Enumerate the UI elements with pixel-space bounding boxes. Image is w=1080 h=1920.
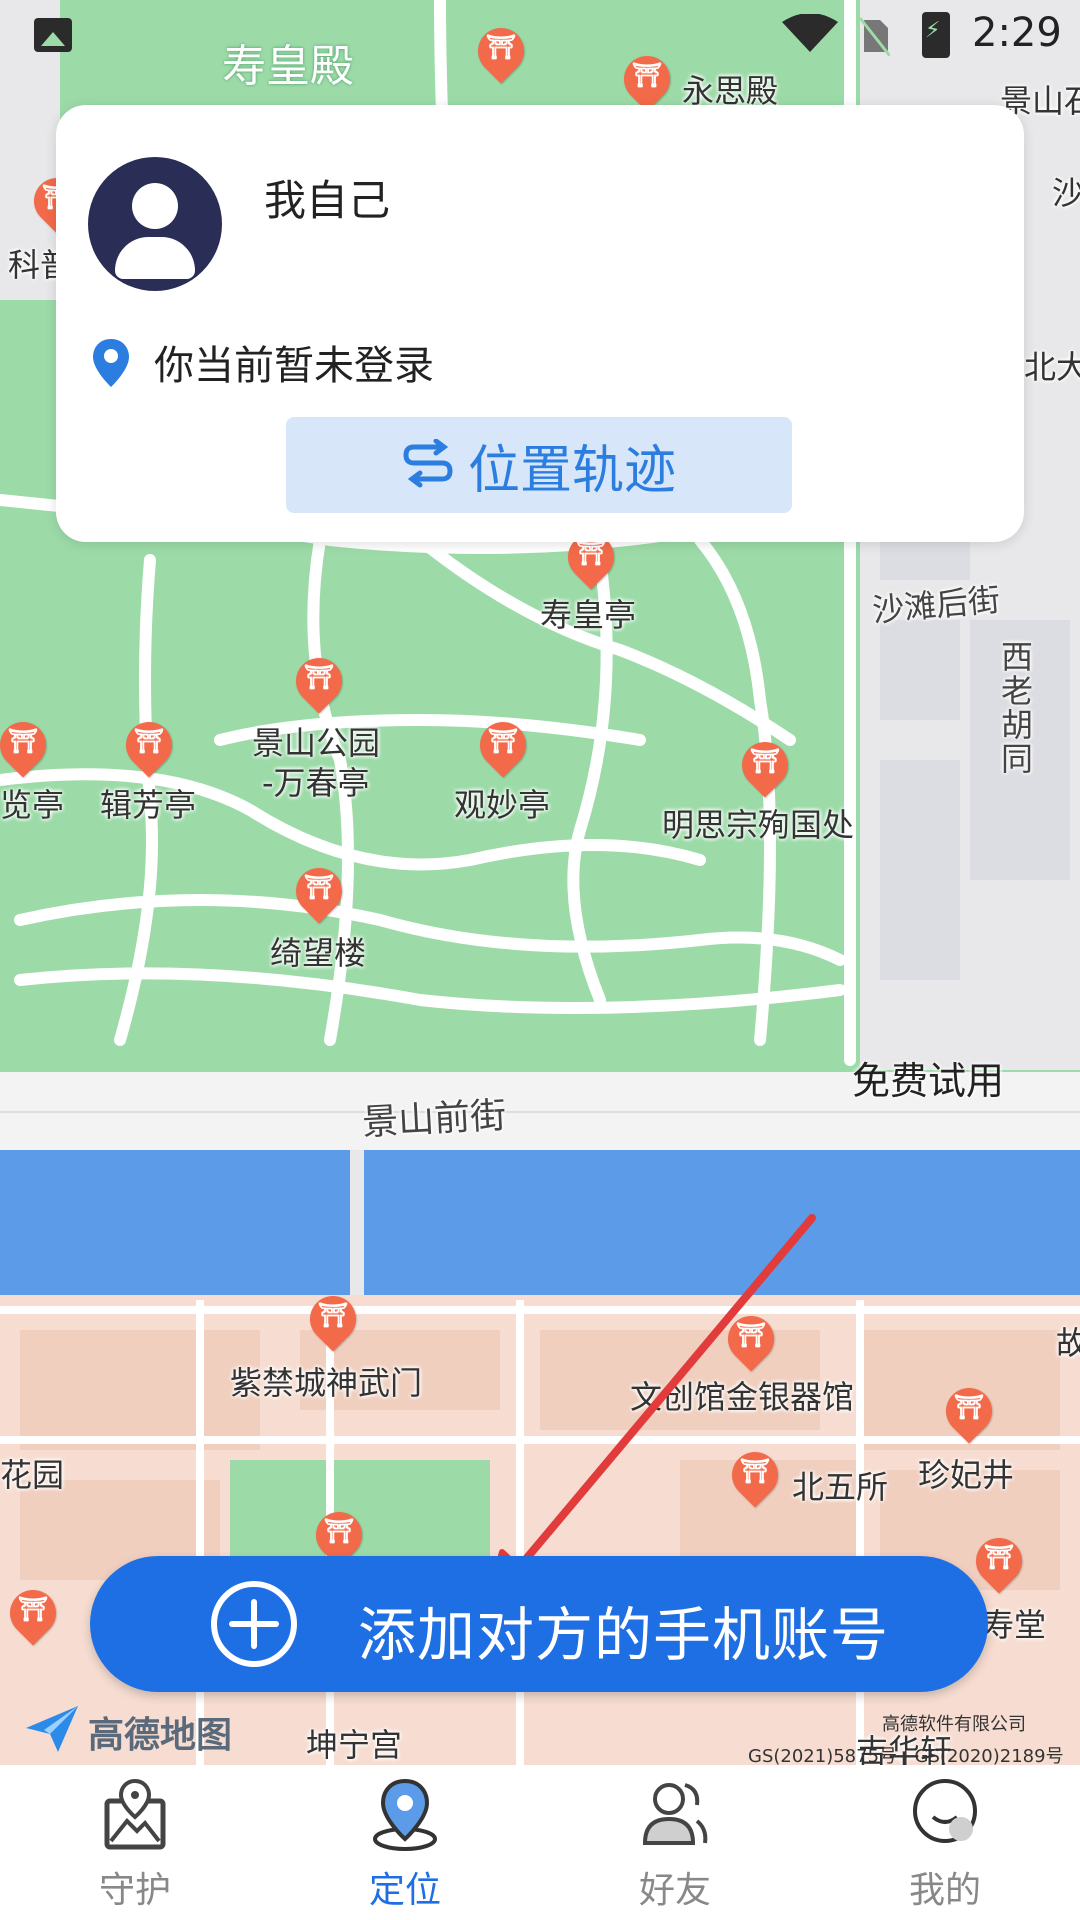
- profile-icon: [913, 1779, 977, 1843]
- add-phone-account-button[interactable]: 添加对方的手机账号: [90, 1556, 988, 1692]
- amap-plane-icon: [26, 1706, 78, 1752]
- add-button-label: 添加对方的手机账号: [358, 1601, 890, 1669]
- nav-item-mine[interactable]: 我的: [810, 1765, 1080, 1920]
- map-copyright-company: 高德软件有限公司: [882, 1714, 1026, 1735]
- amap-logo: 高德地图: [24, 1700, 244, 1756]
- nav-label-friends: 好友: [638, 1870, 711, 1911]
- map-photo-icon: [104, 1778, 166, 1850]
- nav-item-guard[interactable]: 守护: [0, 1765, 270, 1920]
- bottom-navigation: 守护 定位 好友 我的: [0, 1765, 1080, 1920]
- red-arrow-annotation: [485, 1214, 816, 1607]
- location-icon: [373, 1778, 437, 1851]
- nav-label-guard: 守护: [98, 1870, 171, 1911]
- nav-label-locate: 定位: [368, 1870, 441, 1911]
- nav-item-friends[interactable]: 好友: [540, 1765, 810, 1920]
- nav-label-mine: 我的: [908, 1870, 981, 1911]
- amap-logo-text: 高德地图: [88, 1715, 233, 1756]
- nav-item-locate[interactable]: 定位: [270, 1765, 540, 1920]
- friends-icon: [642, 1783, 708, 1845]
- add-circle-icon: [211, 1581, 297, 1667]
